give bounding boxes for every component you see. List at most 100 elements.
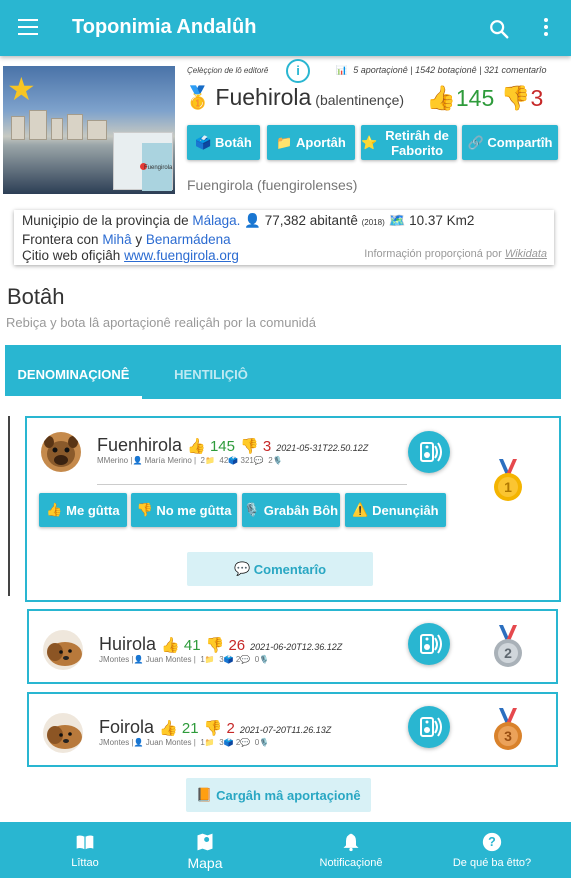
favorite-star-icon[interactable]: ★ [7,70,36,108]
place-title: 🥇 Fuehirola (balentinençe) [184,84,404,111]
folder-icon: 📁 [276,135,296,150]
scroll-indicator [8,416,10,596]
record-voice-button[interactable]: 🎙️ Grabâh Bôh [242,493,340,527]
entry-card-3: Foirola 👍 21 👎 2 2021-07-20T11.26.13Z JM… [27,692,558,767]
speech-bubble-icon: 💬 [233,561,254,576]
nav-literature[interactable]: Lîttao [40,822,130,878]
microphone-icon: 🎙️ [259,655,270,664]
user-icon: 👤 [133,738,144,747]
area-value: 10.37 Km2 [409,213,475,228]
tab-denominations[interactable]: DENOMINAÇIONÊ [5,345,142,399]
comment-button[interactable]: 💬 Comentarîo [187,552,373,586]
website-link[interactable]: www.fuengirola.org [124,248,239,263]
province-link[interactable]: Málaga. [192,213,240,228]
entry-name-row: Huirola 👍 41 👎 26 2021-06-20T12.36.12Z [99,634,342,655]
speaker-icon [420,442,442,462]
entry-votes-down: 2 [226,720,235,737]
svg-text:1: 1 [504,479,512,495]
share-button[interactable]: 🔗 Compartîh [462,125,558,160]
map-thumbnail[interactable]: Fuengirola [113,132,173,191]
avatar [43,713,83,753]
border-link-mijas[interactable]: Mihâ [102,232,131,247]
entry-votes-up: 41 [183,637,201,654]
info-icon[interactable]: i [286,59,310,83]
stats-text: 5 aportaçionê | 1542 botaçionê | 321 com… [353,65,547,75]
remove-favorite-button[interactable]: ⭐ Retirâh de Faborito [361,125,457,160]
votes-up-count: 145 [455,85,495,111]
wikidata-credit: Informaçión proporçioná por Wikidata [364,247,547,260]
app-bar: Toponimia Andalûh [0,0,571,56]
entry-card-1: Fuenhirola 👍 145 👎 3 2021-05-31T22.50.12… [25,416,561,602]
contribute-button[interactable]: 📁 Aportâh [267,125,355,160]
avatar [43,630,83,670]
play-audio-button[interactable] [408,431,450,473]
play-audio-button[interactable] [408,706,450,748]
entry-name-row: Fuenhirola 👍 145 👎 3 2021-05-31T22.50.12… [97,435,368,456]
nav-map[interactable]: Mapa [160,822,250,878]
province-prefix: Muniçipio de la provinçia de [22,213,189,228]
entry-votes-down: 3 [262,438,272,455]
star-icon: ⭐ [361,135,378,150]
map-thumbnail-label: Fuengirola [144,165,173,171]
bottom-navigation: Lîttao Mapa Notificaçionê ? De qué ba êt… [0,822,571,878]
play-audio-button[interactable] [408,623,450,665]
like-button[interactable]: 👍 Me gûtta [39,493,127,527]
border-prefix: Frontera con [22,231,99,247]
microphone-icon: 🎙️ [272,456,283,465]
place-name: Fuehirola [215,84,312,110]
more-vert-icon[interactable] [544,18,550,38]
border-link-benalmadena[interactable]: Benarmádena [146,232,231,247]
speaker-icon [420,634,442,654]
thumbs-up-icon: 👍 [187,438,206,455]
chart-icon: 📊 [336,65,348,75]
ballot-box-icon: 🗳️ [223,738,234,747]
report-button[interactable]: ⚠️ Denunçiâh [345,493,446,527]
tab-demonyms[interactable]: HENTILIÇIÔ [142,345,280,399]
place-photo: ★ Fuengirola [3,66,175,194]
ballot-box-icon: 🗳️ [228,456,239,465]
entry-card-2: Huirola 👍 41 👎 26 2021-06-20T12.36.12Z J… [27,609,558,684]
population-value: 77,382 abitantê [264,213,358,228]
rank-medal-icon: 3 [493,708,523,757]
bell-icon [343,833,359,852]
rank-medal-icon: 2 [493,625,523,674]
entry-date: 2021-05-31T22.50.12Z [276,443,369,453]
book-icon [76,835,94,850]
thumbs-up-icon: 👍 [426,85,456,112]
svg-text:2: 2 [504,645,512,661]
nav-notifications[interactable]: Notificaçionê [300,822,402,878]
folder-icon: 📁 [204,655,215,664]
thumbs-up-icon: 👍 [161,637,180,654]
entry-votes-up: 21 [181,720,199,737]
entry-date: 2021-07-20T11.26.13Z [239,725,332,735]
thumbs-down-icon: 👎 [205,637,225,654]
warning-icon: ⚠️ [352,502,373,517]
votes-down-count: 3 [530,85,544,111]
tab-bar: DENOMINAÇIONÊ HENTILIÇIÔ [5,345,561,399]
app-title: Toponimia Andalûh [72,16,257,38]
vote-button[interactable]: 🗳️ Botâh [187,125,260,160]
editors-selection-label: Çelèççion de lô editorê [187,66,269,75]
ballot-box-icon: 🗳️ [223,655,234,664]
load-more-button[interactable]: 📙 Cargâh mâ aportaçionê [186,778,371,812]
svg-text:3: 3 [504,728,512,744]
microphone-icon: 🎙️ [259,738,270,747]
entry-name: Huirola [99,634,157,654]
thumbs-up-icon: 👍 [159,720,178,737]
entry-date: 2021-06-20T12.36.12Z [250,642,343,652]
rank-medal-icon: 1 [493,459,523,508]
place-type: (balentinençe) [315,92,405,108]
divider [97,484,407,485]
speaker-icon [420,717,442,737]
dislike-button[interactable]: 👎 No me gûtta [131,493,237,527]
population-year: (2018) [361,218,385,227]
border-separator: y [135,231,143,247]
nav-about[interactable]: ? De qué ba êtto? [440,822,544,878]
user-icon: 👤 [132,456,143,465]
menu-icon[interactable] [18,19,38,37]
folder-icon: 📁 [204,738,215,747]
search-icon[interactable] [488,18,510,40]
comment-icon: 💬 [240,655,251,664]
avatar [41,432,81,472]
wikidata-link[interactable]: Wikidata [505,248,547,260]
